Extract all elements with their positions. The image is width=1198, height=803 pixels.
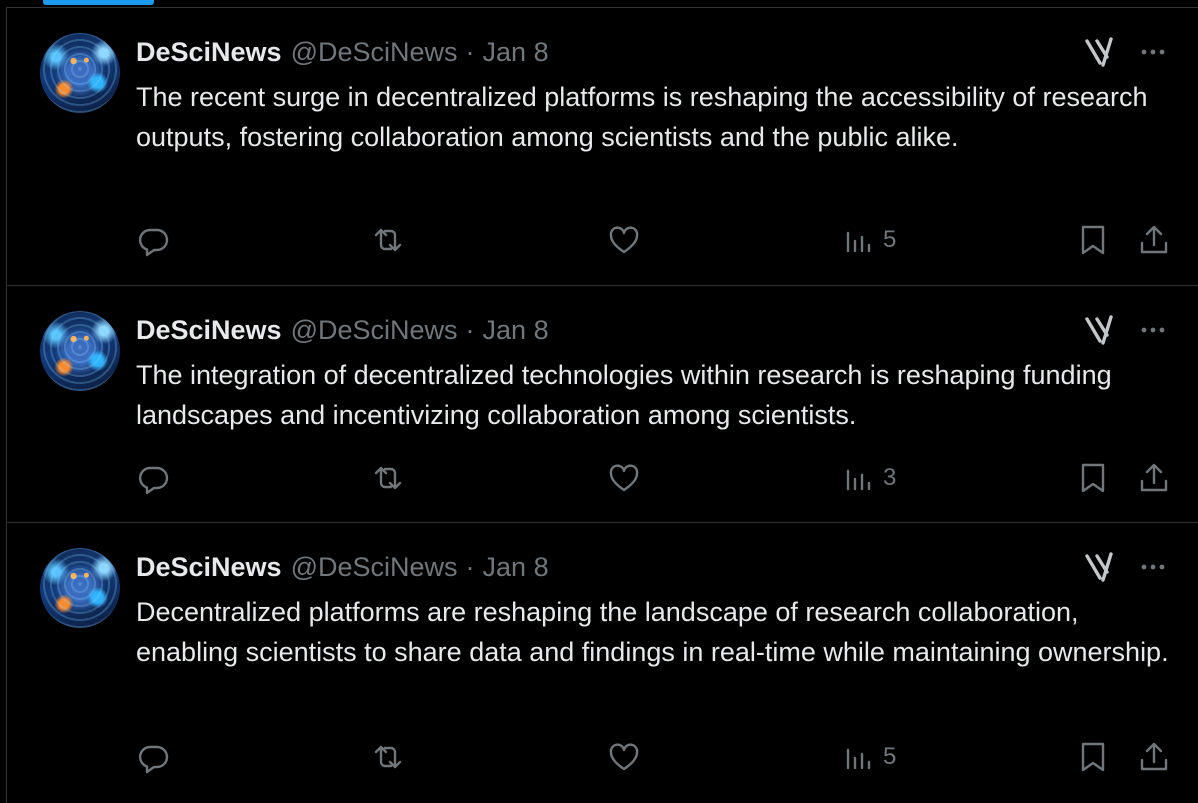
reply-icon — [138, 745, 169, 774]
timeline-feed: DeSciNews @DeSciNews · Jan 8 The recent … — [6, 7, 1198, 803]
separator-dot: · — [465, 314, 475, 345]
tweet-text: The recent surge in decentralized platfo… — [136, 82, 1148, 152]
share-button[interactable] — [1137, 739, 1171, 775]
author-handle[interactable]: @DeSciNews — [291, 37, 458, 68]
repost-button[interactable] — [371, 222, 405, 258]
tweet-header: DeSciNews @DeSciNews · Jan 8 — [136, 315, 549, 345]
action-bar: 5 — [7, 739, 1198, 775]
repost-button[interactable] — [371, 460, 405, 496]
action-bar: 3 — [7, 460, 1198, 496]
views-count: 5 — [883, 226, 897, 253]
views-count: 5 — [883, 743, 897, 770]
grok-icon[interactable] — [1083, 550, 1117, 584]
views-icon — [846, 748, 871, 770]
bookmark-icon — [1081, 742, 1105, 772]
views-button[interactable]: 3 — [843, 460, 896, 496]
repost-icon — [374, 745, 402, 769]
like-icon — [609, 743, 639, 771]
tweet-date[interactable]: Jan 8 — [483, 37, 549, 68]
share-icon — [1140, 463, 1168, 492]
like-icon — [609, 464, 639, 492]
author-name[interactable]: DeSciNews — [136, 552, 282, 583]
separator-dot: · — [465, 551, 475, 582]
reply-icon — [138, 466, 169, 495]
tweet[interactable]: DeSciNews @DeSciNews · Jan 8 Decentraliz… — [7, 523, 1198, 803]
reply-button[interactable] — [136, 460, 170, 496]
repost-icon — [374, 466, 402, 490]
grok-icon[interactable] — [1083, 35, 1117, 69]
tweet-header: DeSciNews @DeSciNews · Jan 8 — [136, 37, 549, 67]
tweet-date[interactable]: Jan 8 — [483, 315, 549, 346]
avatar[interactable] — [40, 33, 120, 113]
author-name[interactable]: DeSciNews — [136, 37, 282, 68]
repost-icon — [374, 228, 402, 252]
views-icon — [846, 231, 871, 253]
bookmark-button[interactable] — [1076, 460, 1110, 496]
share-button[interactable] — [1137, 222, 1171, 258]
tweet-date[interactable]: Jan 8 — [483, 552, 549, 583]
reply-button[interactable] — [136, 739, 170, 775]
tweet[interactable]: DeSciNews @DeSciNews · Jan 8 The recent … — [7, 8, 1198, 286]
like-button[interactable] — [607, 222, 641, 258]
views-icon — [846, 469, 871, 491]
bookmark-button[interactable] — [1076, 222, 1110, 258]
bookmark-icon — [1081, 225, 1105, 255]
share-icon — [1140, 742, 1168, 771]
avatar[interactable] — [40, 311, 120, 391]
bookmark-icon — [1081, 463, 1105, 493]
reply-button[interactable] — [136, 222, 170, 258]
avatar[interactable] — [40, 548, 120, 628]
separator-dot: · — [465, 36, 475, 67]
action-bar: 5 — [7, 222, 1198, 258]
reply-icon — [138, 228, 169, 257]
more-icon[interactable] — [1138, 37, 1168, 67]
share-icon — [1140, 225, 1168, 254]
views-button[interactable]: 5 — [843, 739, 896, 775]
tweet-header: DeSciNews @DeSciNews · Jan 8 — [136, 552, 549, 582]
author-handle[interactable]: @DeSciNews — [291, 552, 458, 583]
grok-icon[interactable] — [1083, 313, 1117, 347]
author-name[interactable]: DeSciNews — [136, 315, 282, 346]
share-button[interactable] — [1137, 460, 1171, 496]
views-count: 3 — [883, 464, 897, 491]
like-button[interactable] — [607, 460, 641, 496]
tweet-text: The integration of decentralized technol… — [136, 360, 1112, 430]
more-icon[interactable] — [1138, 315, 1168, 345]
active-tab-indicator — [43, 0, 154, 5]
like-button[interactable] — [607, 739, 641, 775]
bookmark-button[interactable] — [1076, 739, 1110, 775]
tweet[interactable]: DeSciNews @DeSciNews · Jan 8 The integra… — [7, 286, 1198, 523]
views-button[interactable]: 5 — [843, 222, 896, 258]
more-icon[interactable] — [1138, 552, 1168, 582]
repost-button[interactable] — [371, 739, 405, 775]
like-icon — [609, 226, 639, 254]
author-handle[interactable]: @DeSciNews — [291, 315, 458, 346]
tweet-text: Decentralized platforms are reshaping th… — [136, 597, 1169, 667]
